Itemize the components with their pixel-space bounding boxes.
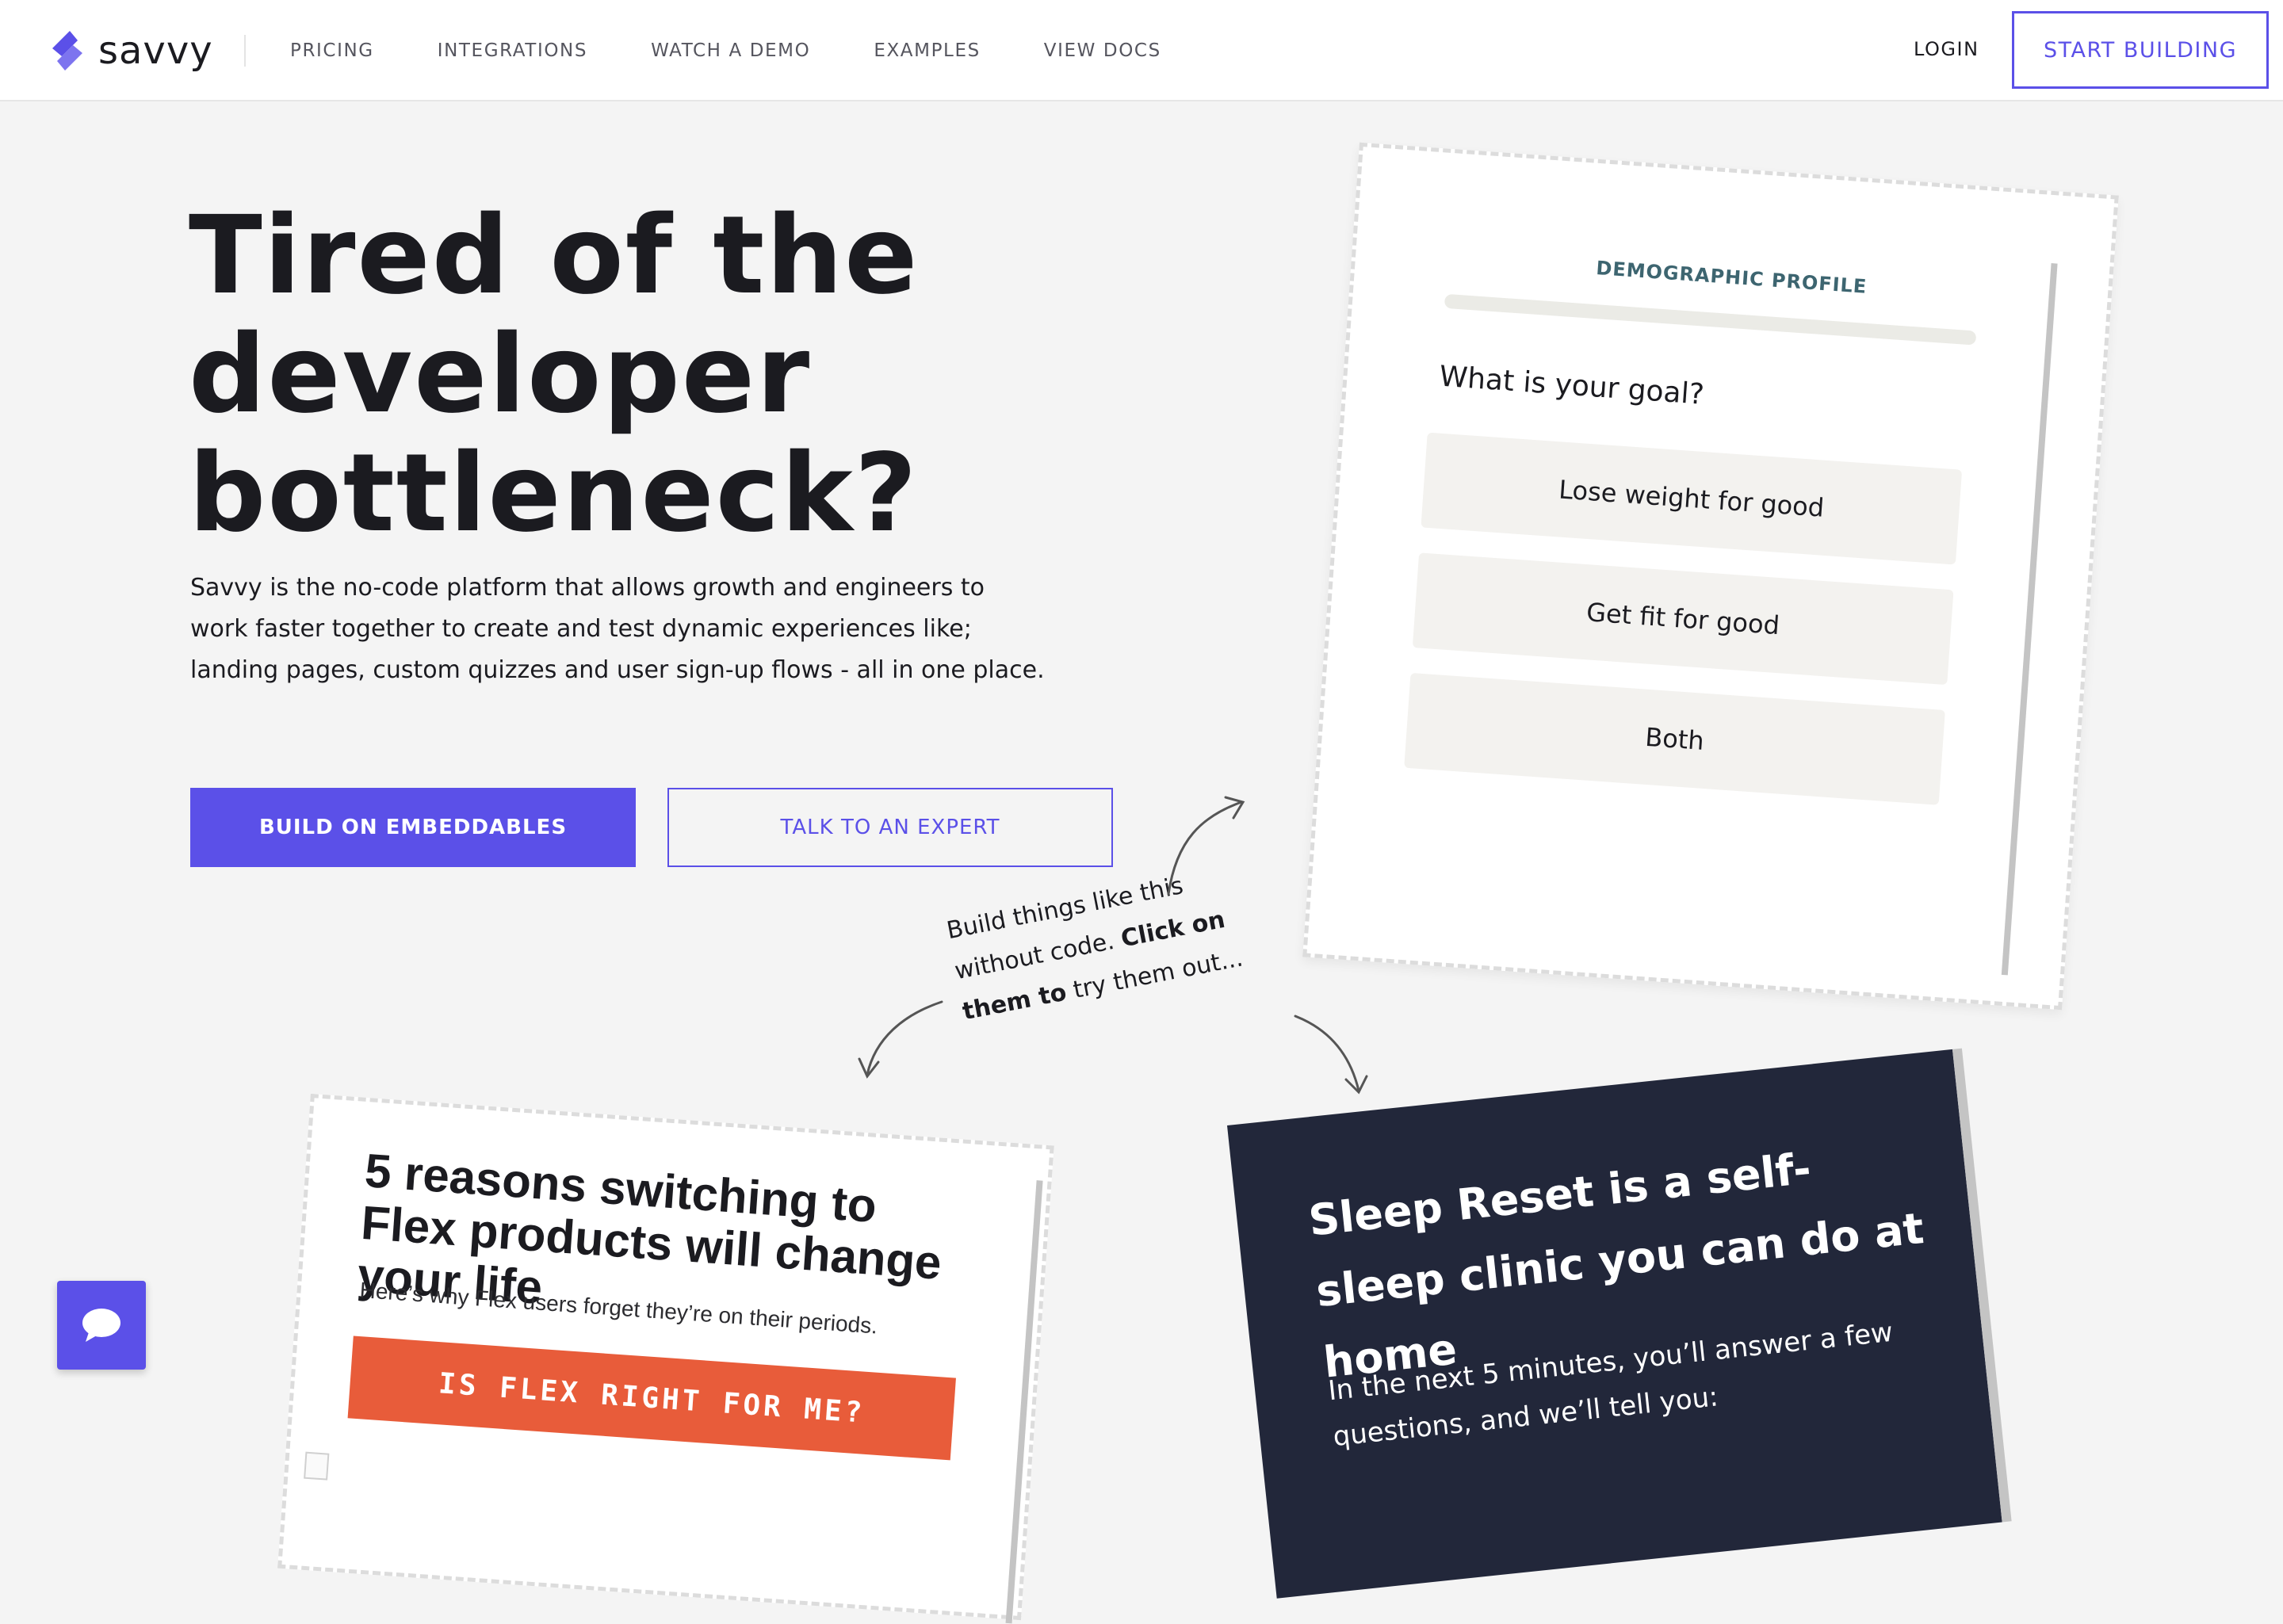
flex-cta-button[interactable]: IS FLEX RIGHT FOR ME? <box>347 1336 956 1461</box>
chat-bubble-icon <box>82 1309 120 1342</box>
demographic-quiz-content: DEMOGRAPHIC PROFILE What is your goal? L… <box>1307 147 2115 1006</box>
brand-logo[interactable]: savvy <box>46 27 213 75</box>
demo-scrollbar[interactable] <box>2001 263 2058 976</box>
demographic-quiz-card[interactable]: DEMOGRAPHIC PROFILE What is your goal? L… <box>1302 142 2119 1011</box>
demo-question: What is your goal? <box>1438 360 1706 411</box>
start-building-button[interactable]: START BUILDING <box>2012 11 2269 89</box>
talk-to-expert-button[interactable]: TALK TO AN EXPERT <box>667 788 1113 867</box>
flex-scrollbar[interactable] <box>1005 1180 1043 1624</box>
nav-link-watch-demo[interactable]: WATCH A DEMO <box>651 40 810 61</box>
sleep-scrollbar[interactable] <box>1952 1048 2012 1523</box>
hero-title-line-1: Tired of the <box>189 193 920 319</box>
arrow-to-demographic-card-head <box>1224 796 1245 820</box>
arrow-to-sleep-card-head <box>1344 1075 1368 1095</box>
build-on-embeddables-button[interactable]: BUILD ON EMBEDDABLES <box>190 788 636 867</box>
hero-title-line-3: bottleneck? <box>189 431 919 556</box>
chat-launcher-button[interactable] <box>57 1281 146 1370</box>
nav-link-view-docs[interactable]: VIEW DOCS <box>1044 40 1161 61</box>
login-link[interactable]: LOGIN <box>1914 38 1979 60</box>
nav-links: PRICING INTEGRATIONS WATCH A DEMO EXAMPL… <box>290 0 1225 101</box>
brand-name: savvy <box>98 29 213 73</box>
hero-title-line-2: developer <box>189 312 812 438</box>
top-nav: savvy PRICING INTEGRATIONS WATCH A DEMO … <box>0 0 2283 101</box>
try-it-hint: Build things like this without code. Cli… <box>943 851 1278 1033</box>
option-both[interactable]: Both <box>1404 672 1945 805</box>
savvy-logo-icon <box>52 31 82 71</box>
option-get-fit[interactable]: Get fit for good <box>1412 552 1954 686</box>
demo-progress-bar <box>1444 293 1977 346</box>
arrow-to-sleep-card <box>1294 1015 1360 1092</box>
arrow-to-flex-card <box>866 1000 943 1076</box>
hero-title: Tired of the developer bottleneck? <box>189 197 1140 553</box>
nav-divider <box>244 35 246 67</box>
flex-landing-card[interactable]: 5 reasons switching to Flex products wil… <box>277 1094 1054 1624</box>
hero-description: Savvy is the no-code platform that allow… <box>190 574 1045 684</box>
broken-image-icon <box>304 1451 330 1481</box>
nav-link-pricing[interactable]: PRICING <box>290 40 374 61</box>
sleep-reset-card[interactable]: Sleep Reset is a self-sleep clinic you c… <box>1227 1048 2012 1599</box>
arrow-to-flex-card-head <box>858 1057 880 1079</box>
nav-link-examples[interactable]: EXAMPLES <box>874 40 980 61</box>
nav-link-integrations[interactable]: INTEGRATIONS <box>438 40 587 61</box>
option-lose-weight[interactable]: Lose weight for good <box>1421 432 1963 565</box>
